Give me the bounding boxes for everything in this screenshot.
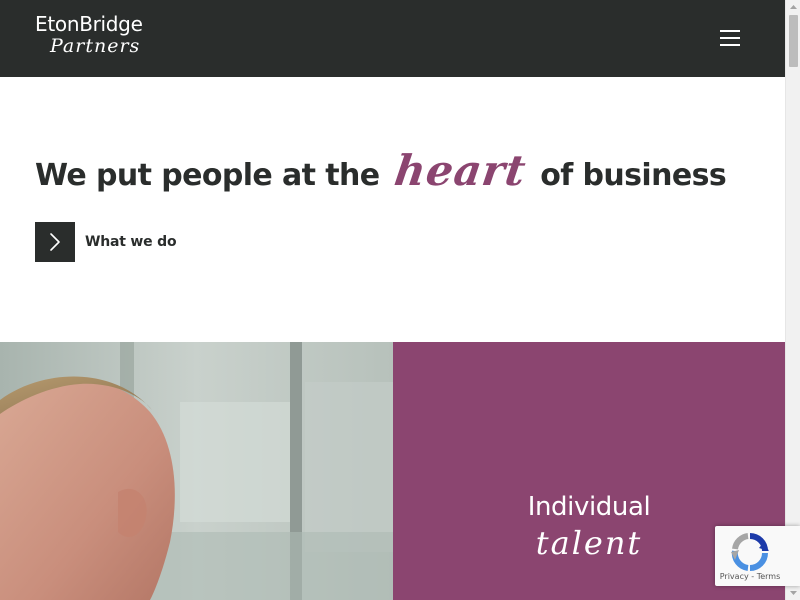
scroll-up-arrow-icon[interactable] — [786, 0, 800, 14]
headline-start: We put people at the — [35, 158, 380, 193]
site-header: EtonBridge Partners — [0, 0, 785, 77]
headline-end: of business — [540, 158, 727, 193]
menu-bar — [720, 37, 740, 39]
hamburger-menu-icon[interactable] — [714, 24, 746, 52]
site-logo[interactable]: EtonBridge Partners — [35, 12, 165, 64]
recaptcha-icon — [729, 532, 771, 572]
hero-photo — [0, 342, 393, 600]
recaptcha-separator: - — [751, 572, 755, 581]
recaptcha-terms-link[interactable]: Terms — [757, 572, 781, 581]
what-we-do-label: What we do — [85, 234, 177, 250]
recaptcha-privacy-link[interactable]: Privacy — [720, 572, 749, 581]
scroll-down-arrow-icon[interactable] — [786, 586, 800, 600]
photo-illustration — [0, 342, 393, 600]
hero-headline: We put people at the heart of business — [35, 146, 727, 206]
scrollbar-thumb[interactable] — [789, 15, 798, 67]
headline-accent: heart — [391, 146, 530, 195]
menu-bar — [720, 30, 740, 32]
panel-title: Individual — [527, 492, 651, 522]
logo-script: Partners — [50, 35, 141, 57]
what-we-do-button[interactable]: What we do — [35, 222, 177, 262]
chevron-right-icon — [35, 222, 75, 262]
menu-bar — [720, 44, 740, 46]
page: EtonBridge Partners We put people at the… — [0, 0, 785, 600]
recaptcha-links: Privacy - Terms — [715, 572, 785, 581]
vertical-scrollbar[interactable] — [785, 0, 800, 600]
recaptcha-badge[interactable]: Privacy - Terms — [715, 526, 800, 586]
